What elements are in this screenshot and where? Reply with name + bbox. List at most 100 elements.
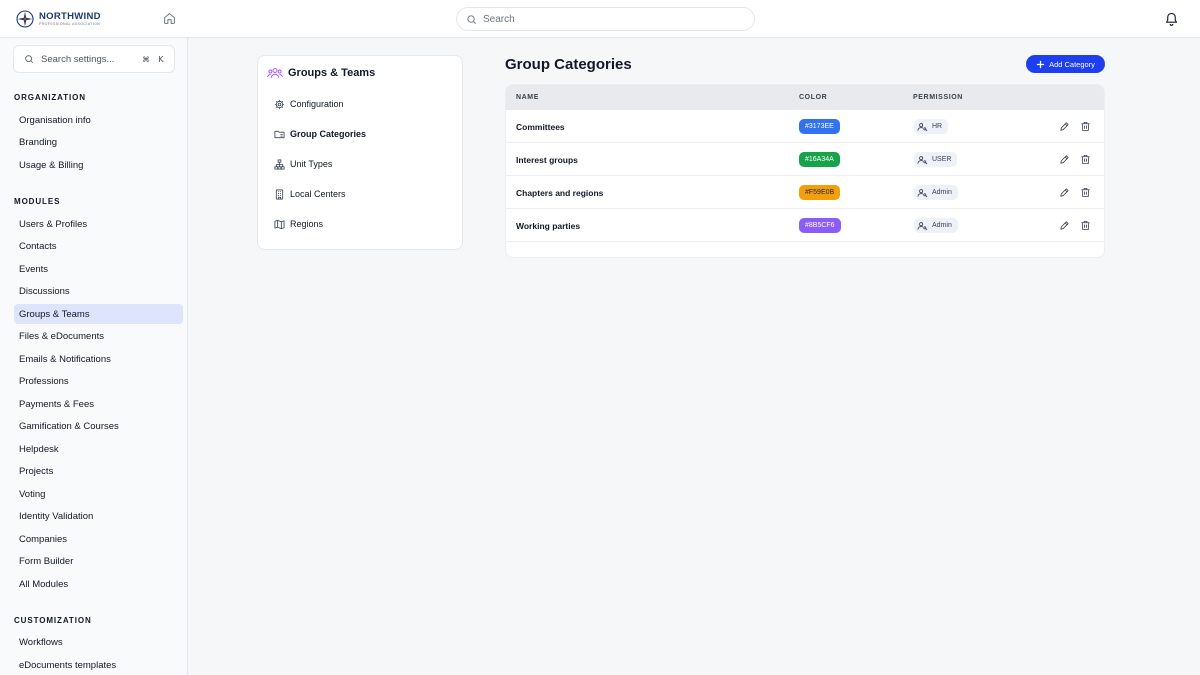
plus-icon bbox=[1036, 60, 1045, 68]
subnav-title: Groups & Teams bbox=[288, 67, 376, 79]
edit-button[interactable] bbox=[1058, 120, 1071, 133]
user-key-icon bbox=[917, 221, 928, 230]
subnav-item-label: Configuration bbox=[290, 99, 344, 109]
sidebar-item-users-profiles[interactable]: Users & Profiles bbox=[14, 214, 183, 234]
add-category-button[interactable]: Add Category bbox=[1026, 55, 1105, 73]
sidebar-item-discussions[interactable]: Discussions bbox=[14, 281, 183, 301]
category-name: Chapters and regions bbox=[516, 188, 604, 198]
trash-icon bbox=[1081, 220, 1090, 231]
k-key: K bbox=[158, 54, 164, 64]
user-key-icon bbox=[917, 188, 928, 197]
edit-button[interactable] bbox=[1058, 186, 1071, 199]
section-title-organization: ORGANIZATION bbox=[14, 93, 86, 102]
permission-label: Admin bbox=[932, 222, 952, 229]
column-header-color[interactable]: COLOR bbox=[799, 94, 827, 101]
pencil-icon bbox=[1060, 188, 1069, 197]
gear-icon bbox=[274, 99, 285, 109]
sidebar-item-emails-notifications[interactable]: Emails & Notifications bbox=[14, 349, 183, 369]
color-badge: #16A34A bbox=[799, 152, 840, 167]
permission-label: HR bbox=[932, 123, 943, 130]
hierarchy-icon bbox=[274, 159, 285, 169]
subnav-header: Groups & Teams bbox=[267, 66, 375, 80]
settings-search[interactable]: ⌘ K bbox=[13, 45, 175, 73]
edit-button[interactable] bbox=[1058, 219, 1071, 232]
trash-icon bbox=[1081, 154, 1090, 165]
sidebar-item-professions[interactable]: Professions bbox=[14, 371, 183, 391]
sidebar-item-helpdesk[interactable]: Helpdesk bbox=[14, 439, 183, 459]
search-icon bbox=[25, 55, 34, 64]
pencil-icon bbox=[1060, 122, 1069, 131]
sidebar-item-edocuments-templates[interactable]: eDocuments templates bbox=[14, 655, 183, 675]
sidebar-item-identity-validation[interactable]: Identity Validation bbox=[14, 506, 183, 526]
subnav-item-label: Local Centers bbox=[290, 189, 346, 199]
sidebar-item-all-modules[interactable]: All Modules bbox=[14, 574, 183, 594]
sidebar-item-gamification-courses[interactable]: Gamification & Courses bbox=[14, 416, 183, 436]
permission-badge: Admin bbox=[914, 218, 958, 233]
subnav-item-unit-types[interactable]: Unit Types bbox=[274, 156, 332, 172]
global-search[interactable] bbox=[456, 7, 755, 31]
pencil-icon bbox=[1060, 155, 1069, 164]
pencil-icon bbox=[1060, 221, 1069, 230]
sidebar-item-groups-teams[interactable]: Groups & Teams bbox=[14, 304, 183, 324]
page-title: Group Categories bbox=[505, 56, 632, 73]
table-row[interactable]: Committees #3173EE HR bbox=[506, 110, 1104, 143]
home-icon bbox=[164, 13, 175, 24]
subnav-item-group-categories[interactable]: Group Categories bbox=[274, 126, 366, 142]
delete-button[interactable] bbox=[1079, 219, 1092, 232]
brand-logo[interactable]: NORTHWIND PROFESSIONAL ASSOCIATION bbox=[16, 10, 101, 28]
sidebar-item-files-edocuments[interactable]: Files & eDocuments bbox=[14, 326, 183, 346]
section-title-customization: CUSTOMIZATION bbox=[14, 616, 92, 625]
sidebar-item-branding[interactable]: Branding bbox=[14, 132, 183, 152]
building-icon bbox=[275, 189, 284, 199]
map-icon bbox=[274, 219, 285, 229]
edit-button[interactable] bbox=[1058, 153, 1071, 166]
sidebar-item-payments-fees[interactable]: Payments & Fees bbox=[14, 394, 183, 414]
settings-sidebar: ⌘ K ORGANIZATION Organisation info Brand… bbox=[0, 38, 188, 675]
sidebar-item-organisation-info[interactable]: Organisation info bbox=[14, 110, 183, 130]
sidebar-item-workflows[interactable]: Workflows bbox=[14, 632, 183, 652]
category-name: Committees bbox=[516, 122, 565, 132]
subnav-item-regions[interactable]: Regions bbox=[274, 216, 323, 232]
category-folder-icon bbox=[274, 130, 285, 138]
settings-search-input[interactable] bbox=[41, 53, 131, 65]
permission-badge: USER bbox=[914, 152, 958, 167]
trash-icon bbox=[1081, 187, 1090, 198]
user-key-icon bbox=[917, 155, 928, 164]
global-search-input[interactable] bbox=[483, 13, 733, 25]
permission-badge: Admin bbox=[914, 185, 958, 200]
trash-icon bbox=[1081, 121, 1090, 132]
command-key: ⌘ bbox=[142, 54, 150, 64]
sidebar-item-companies[interactable]: Companies bbox=[14, 529, 183, 549]
user-key-icon bbox=[917, 122, 928, 131]
permission-label: USER bbox=[932, 156, 952, 163]
sidebar-item-events[interactable]: Events bbox=[14, 259, 183, 279]
top-bar: NORTHWIND PROFESSIONAL ASSOCIATION bbox=[0, 0, 1200, 38]
subnav-item-label: Regions bbox=[290, 219, 324, 229]
category-name: Interest groups bbox=[516, 155, 578, 165]
table-row[interactable]: Working parties #8B5CF6 Admin bbox=[506, 209, 1104, 242]
sidebar-item-form-builder[interactable]: Form Builder bbox=[14, 551, 183, 571]
delete-button[interactable] bbox=[1079, 120, 1092, 133]
table-row[interactable]: Chapters and regions #F59E0B Admin bbox=[506, 176, 1104, 209]
subnav-item-local-centers[interactable]: Local Centers bbox=[274, 186, 346, 202]
add-category-label: Add Category bbox=[1049, 59, 1095, 69]
sidebar-item-contacts[interactable]: Contacts bbox=[14, 236, 183, 256]
color-badge: #F59E0B bbox=[799, 185, 841, 200]
brand-tagline: PROFESSIONAL ASSOCIATION bbox=[39, 21, 101, 26]
delete-button[interactable] bbox=[1079, 153, 1092, 166]
column-header-name[interactable]: NAME bbox=[516, 94, 539, 101]
column-header-permission[interactable]: PERMISSION bbox=[913, 94, 963, 101]
delete-button[interactable] bbox=[1079, 186, 1092, 199]
table-row[interactable]: Interest groups #16A34A USER bbox=[506, 143, 1104, 176]
sidebar-item-projects[interactable]: Projects bbox=[14, 461, 183, 481]
sidebar-item-voting[interactable]: Voting bbox=[14, 484, 183, 504]
notifications-button[interactable] bbox=[1162, 10, 1180, 28]
subnav-item-configuration[interactable]: Configuration bbox=[274, 96, 344, 112]
permission-badge: HR bbox=[914, 119, 949, 134]
permission-label: Admin bbox=[932, 189, 952, 196]
sidebar-item-usage-billing[interactable]: Usage & Billing bbox=[14, 155, 183, 175]
table-header: NAME COLOR PERMISSION bbox=[506, 85, 1104, 110]
color-badge: #3173EE bbox=[799, 119, 840, 134]
home-button[interactable] bbox=[161, 10, 178, 27]
search-icon bbox=[467, 14, 476, 24]
